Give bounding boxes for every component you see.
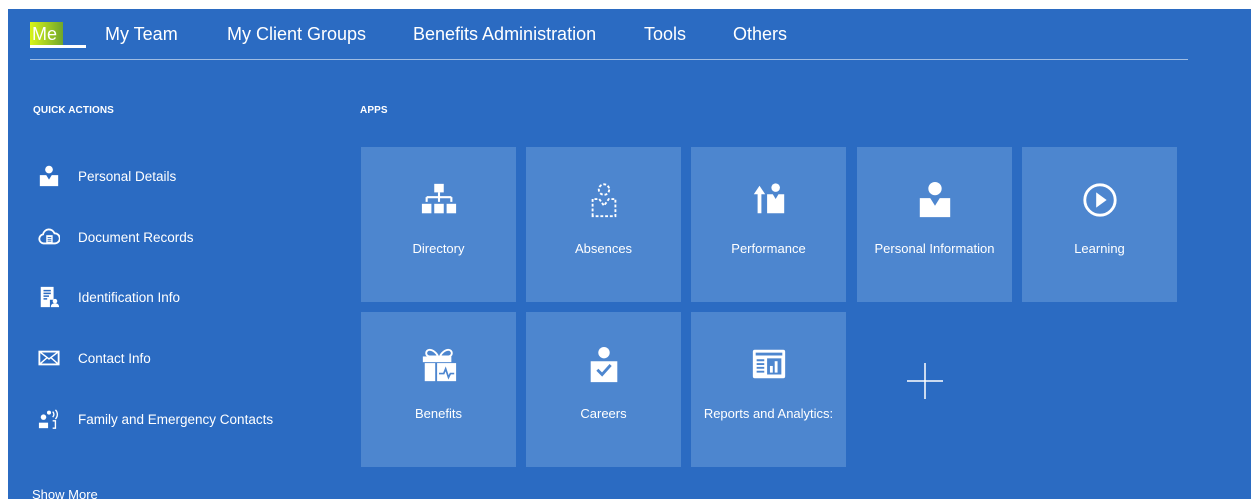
app-tile-label: Learning	[1074, 241, 1125, 256]
performance-icon	[750, 181, 788, 221]
quick-action-label: Contact Info	[78, 350, 151, 366]
quick-action-family-emergency-contacts[interactable]: Family and Emergency Contacts	[36, 404, 273, 434]
tab-benefits-administration[interactable]: Benefits Administration	[413, 22, 596, 46]
gift-heartbeat-icon	[420, 346, 458, 386]
app-tile-absences[interactable]: Absences	[526, 147, 681, 302]
app-tile-learning[interactable]: Learning	[1022, 147, 1177, 302]
show-more-link[interactable]: Show More	[32, 487, 98, 499]
app-tile-label: Directory	[412, 241, 465, 256]
app-tile-personal-information[interactable]: Personal Information	[857, 147, 1012, 302]
app-tile-label: Performance	[731, 241, 806, 256]
org-chart-icon	[420, 181, 458, 221]
springboard-panel: Me My Team My Client Groups Benefits Adm…	[8, 9, 1251, 499]
quick-action-label: Family and Emergency Contacts	[78, 411, 274, 427]
top-nav: Me My Team My Client Groups Benefits Adm…	[30, 9, 1188, 60]
app-tile-label: Benefits	[415, 406, 462, 421]
play-circle-icon	[1081, 181, 1119, 221]
tab-my-client-groups[interactable]: My Client Groups	[227, 22, 366, 46]
quick-actions-title: QUICK ACTIONS	[33, 105, 114, 116]
quick-action-label: Document Records	[78, 229, 194, 245]
app-tile-directory[interactable]: Directory	[361, 147, 516, 302]
add-app-button[interactable]	[905, 361, 945, 401]
absent-person-icon	[585, 181, 623, 221]
quick-action-identification-info[interactable]: Identification Info	[36, 282, 180, 312]
tab-tools[interactable]: Tools	[644, 22, 686, 46]
quick-action-contact-info[interactable]: Contact Info	[36, 343, 151, 373]
tab-me[interactable]: Me	[30, 22, 86, 48]
app-tile-benefits[interactable]: Benefits	[361, 312, 516, 467]
family-contacts-icon	[36, 406, 62, 432]
tab-me-label: Me	[30, 22, 64, 46]
app-tile-reports-and-analytics[interactable]: Reports and Analytics:	[691, 312, 846, 467]
person-icon	[36, 163, 62, 189]
envelope-icon	[36, 345, 62, 371]
app-tile-label: Absences	[574, 241, 633, 256]
quick-action-personal-details[interactable]: Personal Details	[36, 161, 176, 191]
tab-my-team[interactable]: My Team	[105, 22, 178, 46]
app-tile-performance[interactable]: Performance	[691, 147, 846, 302]
person-icon	[916, 181, 954, 221]
active-tab-indicator	[30, 45, 86, 48]
apps-title: APPS	[360, 105, 388, 116]
plus-icon	[905, 363, 945, 405]
report-chart-icon	[750, 346, 788, 386]
app-tile-label: Personal Information	[874, 241, 995, 256]
app-tile-careers[interactable]: Careers	[526, 312, 681, 467]
id-document-icon	[36, 284, 62, 310]
app-tile-label: Reports and Analytics:	[703, 406, 834, 421]
quick-action-label: Personal Details	[78, 168, 177, 184]
quick-action-document-records[interactable]: Document Records	[36, 222, 194, 252]
person-check-icon	[585, 346, 623, 386]
quick-action-label: Identification Info	[78, 289, 181, 305]
tab-others[interactable]: Others	[733, 22, 787, 46]
cloud-document-icon	[36, 224, 62, 250]
app-tile-label: Careers	[580, 406, 627, 421]
